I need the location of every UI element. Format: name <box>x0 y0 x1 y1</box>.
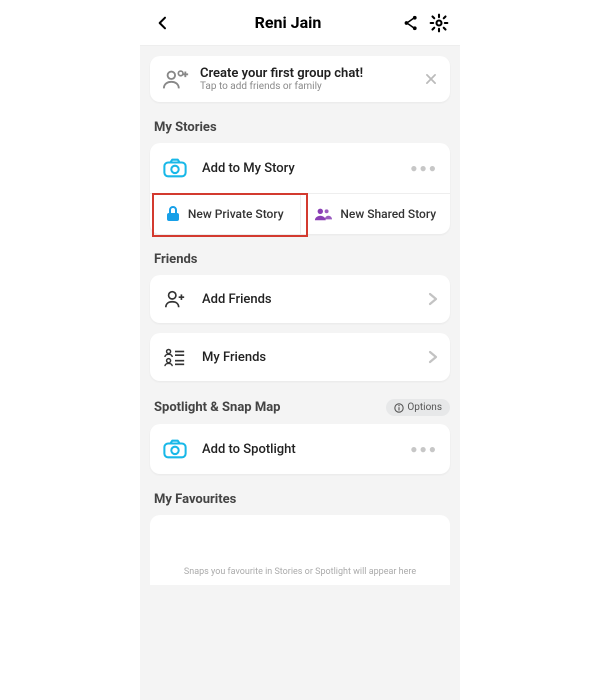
close-icon <box>424 72 438 86</box>
section-title-stories: My Stories <box>140 102 460 143</box>
add-friends-label: Add Friends <box>202 292 414 307</box>
options-label: Options <box>407 402 442 413</box>
spotlight-more-button[interactable]: ●●● <box>410 442 438 456</box>
camera-icon <box>162 438 188 460</box>
new-private-story-label: New Private Story <box>188 207 284 221</box>
stories-card: Add to My Story ●●● New Private Story Ne… <box>150 143 450 234</box>
new-private-story-button[interactable]: New Private Story <box>150 194 300 234</box>
add-to-spotlight-label: Add to Spotlight <box>202 442 396 457</box>
settings-button[interactable] <box>428 12 450 34</box>
section-title-favourites: My Favourites <box>140 474 460 515</box>
add-friends-card[interactable]: Add Friends <box>150 275 450 323</box>
add-to-my-story-label: Add to My Story <box>202 161 396 176</box>
section-title-friends: Friends <box>140 234 460 275</box>
share-icon <box>402 14 420 32</box>
my-friends-card[interactable]: My Friends <box>150 333 450 381</box>
camera-icon <box>162 157 188 179</box>
banner-texts: Create your first group chat! Tap to add… <box>200 66 414 92</box>
section-title-spotlight: Spotlight & Snap Map <box>154 400 281 415</box>
spotlight-options-button[interactable]: Options <box>386 399 450 416</box>
gear-icon <box>429 13 449 33</box>
banner-title: Create your first group chat! <box>200 66 414 81</box>
banner-close-button[interactable] <box>424 72 438 86</box>
add-friend-icon <box>162 289 188 309</box>
story-more-button[interactable]: ●●● <box>410 161 438 175</box>
back-button[interactable] <box>150 12 176 34</box>
add-to-my-story-row[interactable]: Add to My Story ●●● <box>150 143 450 193</box>
people-icon <box>314 207 332 221</box>
add-to-spotlight-card[interactable]: Add to Spotlight ●●● <box>150 424 450 474</box>
group-chat-banner[interactable]: Create your first group chat! Tap to add… <box>150 56 450 102</box>
share-button[interactable] <box>400 12 422 34</box>
header-bar: Reni Jain <box>140 0 460 46</box>
chevron-right-icon <box>428 292 438 306</box>
add-group-icon <box>162 67 190 91</box>
header-actions <box>400 12 450 34</box>
info-icon <box>394 403 404 413</box>
section-header-spotlight: Spotlight & Snap Map Options <box>140 381 460 424</box>
chevron-left-icon <box>155 15 171 31</box>
new-shared-story-button[interactable]: New Shared Story <box>300 194 451 234</box>
lock-icon <box>166 206 180 222</box>
friends-list-icon <box>162 347 188 367</box>
banner-subtitle: Tap to add friends or family <box>200 81 414 92</box>
phone-screen: Reni Jain <box>140 0 460 700</box>
story-type-row: New Private Story New Shared Story <box>150 193 450 234</box>
chevron-right-icon <box>428 350 438 364</box>
favourites-empty-card: Snaps you favourite in Stories or Spotli… <box>150 515 450 585</box>
page-title: Reni Jain <box>176 13 400 32</box>
new-shared-story-label: New Shared Story <box>340 207 436 221</box>
favourites-empty-text: Snaps you favourite in Stories or Spotli… <box>184 567 416 577</box>
my-friends-label: My Friends <box>202 350 414 365</box>
